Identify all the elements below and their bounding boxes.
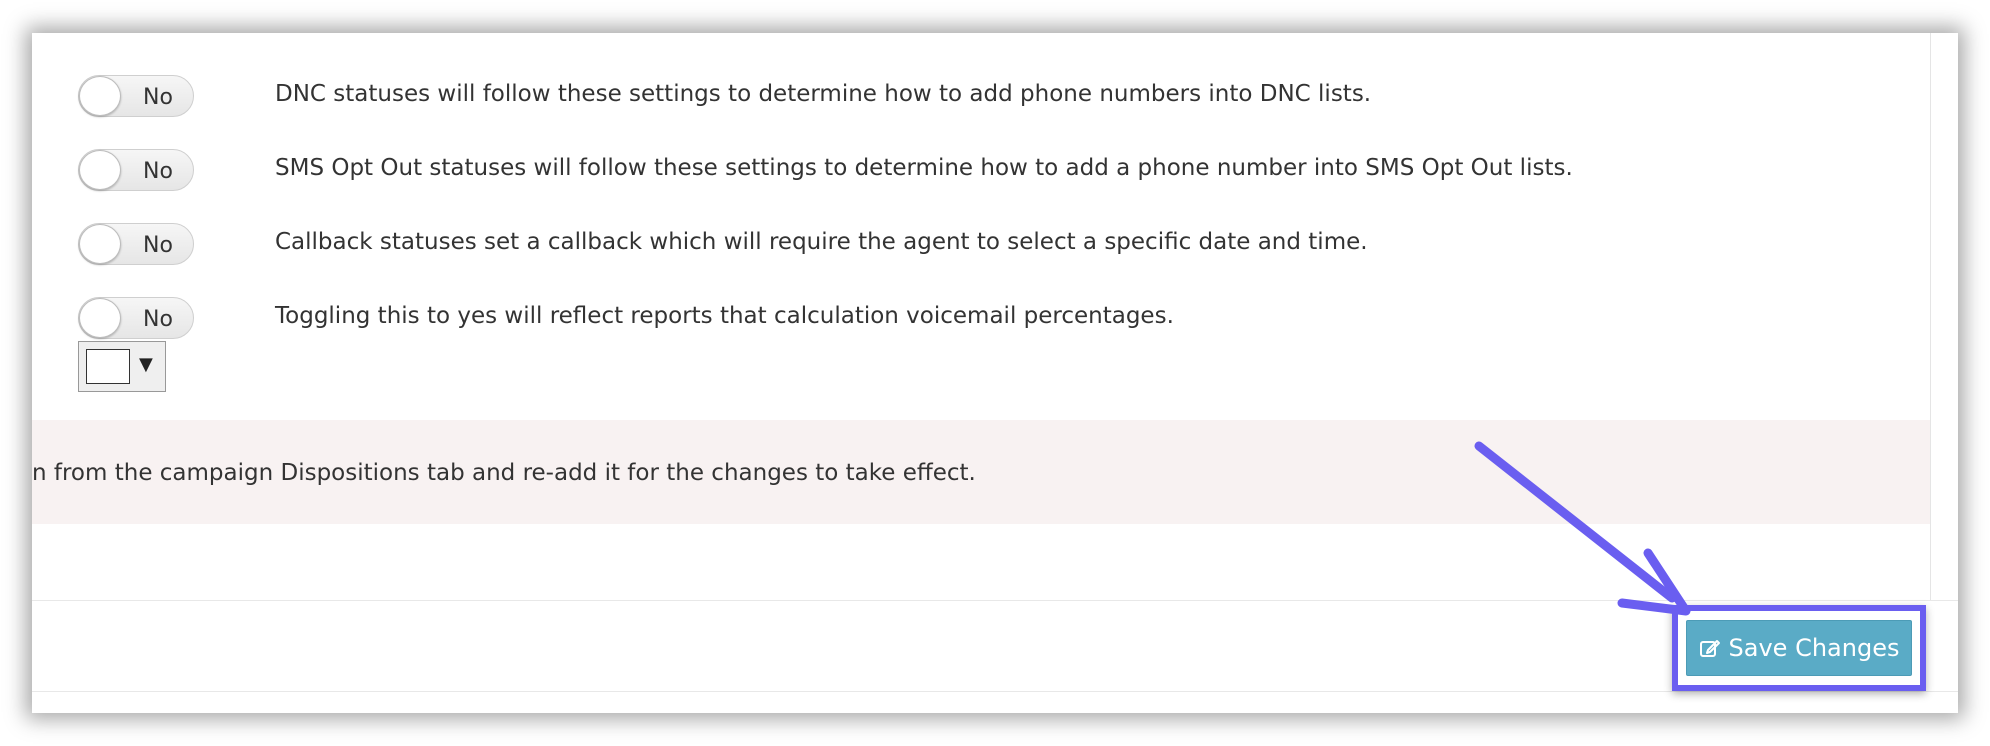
annotation-arrow-icon	[1474, 441, 1691, 616]
settings-panel: No DNC statuses will follow these settin…	[32, 33, 1958, 713]
